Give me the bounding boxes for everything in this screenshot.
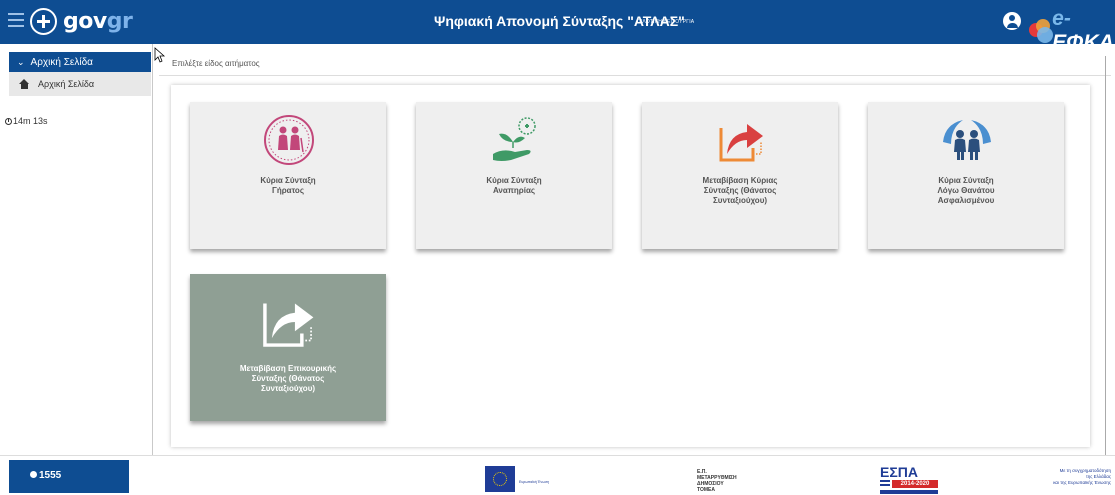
footer: 1555 Ευρωπαϊκή Ένωση Ε.Π. ΜΕΤΑΡΡΥΘΜΙΣΗ Δ… (0, 455, 1115, 495)
public-sector-reform-logo: Ε.Π. ΜΕΤΑΡΡΥΘΜΙΣΗ ΔΗΜΟΣΙΟΥ ΤΟΜΕΑ (697, 469, 737, 493)
transfer-arrow-icon (263, 303, 314, 347)
eu-flag-icon (485, 466, 515, 492)
phone-icon (30, 471, 37, 478)
scrollbar[interactable] (1105, 56, 1106, 455)
sidebar-section-label: Αρχική Σελίδα (30, 56, 93, 68)
card-label: Μεταβίβαση Επικουρικής Σύνταξης (Θάνατος… (239, 364, 337, 393)
efka-mark-icon (1027, 17, 1053, 45)
breadcrumb-text: Επιλέξτε είδος αιτήματος (172, 59, 260, 68)
efka-name: ΕΦΚΑ (1052, 31, 1114, 54)
card-old-age-pension[interactable]: Κύρια Σύνταξη Γήρατος (190, 102, 386, 249)
card-supplementary-pension-transfer[interactable]: Μεταβίβαση Επικουρικής Σύνταξης (Θάνατος… (190, 274, 386, 421)
card-label: Κύρια Σύνταξη Αναπηρίας (486, 176, 542, 195)
logo-gov-text: gov (63, 9, 107, 34)
app-subtitle: ΠΙΛΟΤΙΚΗ ΛΕΙΤΟΥΡΓΙΑ (637, 19, 695, 25)
logo-gr-text: gr (106, 9, 133, 34)
govgr-logo[interactable]: govgr (30, 8, 133, 35)
breadcrumb: Επιλέξτε είδος αιτήματος (159, 52, 1111, 76)
card-main-pension-transfer[interactable]: Μεταβίβαση Κύριας Σύνταξης (Θάνατος Συντ… (642, 102, 838, 249)
card-label: Κύρια Σύνταξη Λόγω Θανάτου Ασφαλισμένου (937, 176, 995, 205)
menu-icon[interactable] (8, 13, 24, 27)
card-label: Κύρια Σύνταξη Γήρατος (260, 176, 316, 195)
user-account-icon[interactable] (1003, 12, 1021, 30)
hotline-1555-banner[interactable]: 1555 (9, 460, 129, 493)
espa-years: 2014-2020 (892, 480, 938, 488)
govgr-emblem-icon (30, 8, 57, 35)
greek-flag-icon (880, 480, 890, 488)
home-icon (19, 79, 30, 89)
sidebar-item-home[interactable]: Αρχική Σελίδα (9, 72, 151, 96)
top-header: govgr Ψηφιακή Απονομή Σύνταξης "ΑΤΛΑΣ" Π… (0, 0, 1115, 54)
espa-logo: ΕΣΠΑ 2014-2020 (880, 464, 940, 494)
card-disability-pension[interactable]: Κύρια Σύνταξη Αναπηρίας (416, 102, 612, 249)
family-hands-icon (943, 120, 991, 160)
efka-logo: e-ΕΦΚΑ (1027, 7, 1115, 55)
eu-label: Ευρωπαϊκή Ένωση (519, 480, 550, 484)
card-death-insured-pension[interactable]: Κύρια Σύνταξη Λόγω Θανάτου Ασφαλισμένου (868, 102, 1064, 249)
clock-icon (5, 117, 12, 125)
mouse-cursor-icon (154, 47, 166, 63)
card-label: Μεταβίβαση Κύριας Σύνταξης (Θάνατος Συντ… (702, 176, 778, 205)
efka-prefix: e- (1052, 7, 1071, 30)
transfer-arrow-icon (719, 124, 763, 162)
chevron-down-icon: ⌄ (17, 56, 25, 67)
reform-line3: ΤΟΜΕΑ (697, 487, 715, 493)
espa-text: ΕΣΠΑ (880, 464, 918, 480)
sidebar-item-label: Αρχική Σελίδα (38, 79, 95, 89)
hotline-number: 1555 (39, 470, 62, 481)
espa-bottom-bar (880, 490, 938, 494)
sidebar-section-home[interactable]: ⌄ Αρχική Σελίδα (9, 52, 151, 72)
session-timer: 14m 13s (5, 116, 48, 126)
hand-plant-icon (493, 117, 536, 161)
elderly-couple-icon (264, 115, 314, 165)
cofunding-text: Με τη συγχρηματοδότηση της Ελλάδας και τ… (1053, 468, 1111, 485)
session-timer-value: 14m 13s (13, 116, 48, 126)
sidebar: ⌄ Αρχική Σελίδα Αρχική Σελίδα 14m 13s (0, 44, 153, 455)
